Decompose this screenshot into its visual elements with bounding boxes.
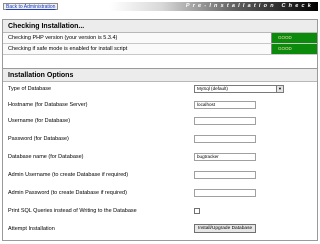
attempt-installation-row: Attempt Installation Install/Upgrade Dat…	[8, 224, 314, 234]
database-type-label: Type of Database	[8, 86, 52, 92]
status-badge: GOOD	[271, 33, 317, 43]
admin-username-input[interactable]	[194, 171, 256, 179]
hostname-input[interactable]: localhost	[194, 101, 256, 109]
database-name-row: Database name (for Database) bugtracker	[8, 152, 314, 162]
page-title-banner: Pre-Installation Check	[110, 2, 318, 11]
print-sql-row: Print SQL Queries instead of Writing to …	[8, 206, 314, 216]
username-label: Username (for Database)	[8, 118, 71, 124]
database-type-value: MySql (default)	[197, 86, 228, 91]
database-name-label: Database name (for Database)	[8, 154, 84, 160]
back-to-administration-link[interactable]: Back to Administration	[3, 3, 59, 10]
username-row: Username (for Database)	[8, 116, 314, 126]
status-badge: GOOD	[271, 44, 317, 54]
print-sql-checkbox[interactable]	[194, 208, 200, 214]
attempt-installation-label: Attempt Installation	[8, 226, 55, 232]
password-input[interactable]	[194, 135, 256, 143]
installation-options-heading: Installation Options	[3, 69, 317, 82]
checking-installation-heading: Checking Installation...	[3, 20, 317, 33]
installation-options-panel: Installation Options Type of Database My…	[2, 69, 318, 241]
database-type-select[interactable]: MySql (default) ▼	[194, 85, 284, 93]
hostname-label: Hostname (for Database Server)	[8, 102, 88, 108]
checking-installation-panel: Checking Installation... Checking PHP ve…	[2, 19, 318, 69]
admin-password-row: Admin Password (to create Database if re…	[8, 188, 314, 198]
chevron-down-icon[interactable]: ▼	[276, 86, 283, 92]
check-row-php-version: Checking PHP version (your version is 5.…	[3, 33, 317, 44]
password-label: Password (for Database)	[8, 136, 69, 142]
top-bar: Back to Administration Pre-Installation …	[2, 2, 318, 11]
check-label: Checking PHP version (your version is 5.…	[8, 35, 118, 41]
check-row-safe-mode: Checking if safe mode is enabled for ins…	[3, 44, 317, 55]
admin-username-row: Admin Username (to create Database if re…	[8, 170, 314, 180]
admin-username-label: Admin Username (to create Database if re…	[8, 172, 129, 178]
print-sql-label: Print SQL Queries instead of Writing to …	[8, 208, 137, 214]
install-upgrade-database-button[interactable]: Install/Upgrade Database	[194, 224, 257, 233]
database-type-row: Type of Database MySql (default) ▼	[8, 84, 314, 94]
hostname-row: Hostname (for Database Server) localhost	[8, 100, 314, 110]
password-row: Password (for Database)	[8, 134, 314, 144]
admin-password-label: Admin Password (to create Database if re…	[8, 190, 127, 196]
check-label: Checking if safe mode is enabled for ins…	[8, 46, 128, 52]
database-name-input[interactable]: bugtracker	[194, 153, 256, 161]
admin-password-input[interactable]	[194, 189, 256, 197]
username-input[interactable]	[194, 117, 256, 125]
